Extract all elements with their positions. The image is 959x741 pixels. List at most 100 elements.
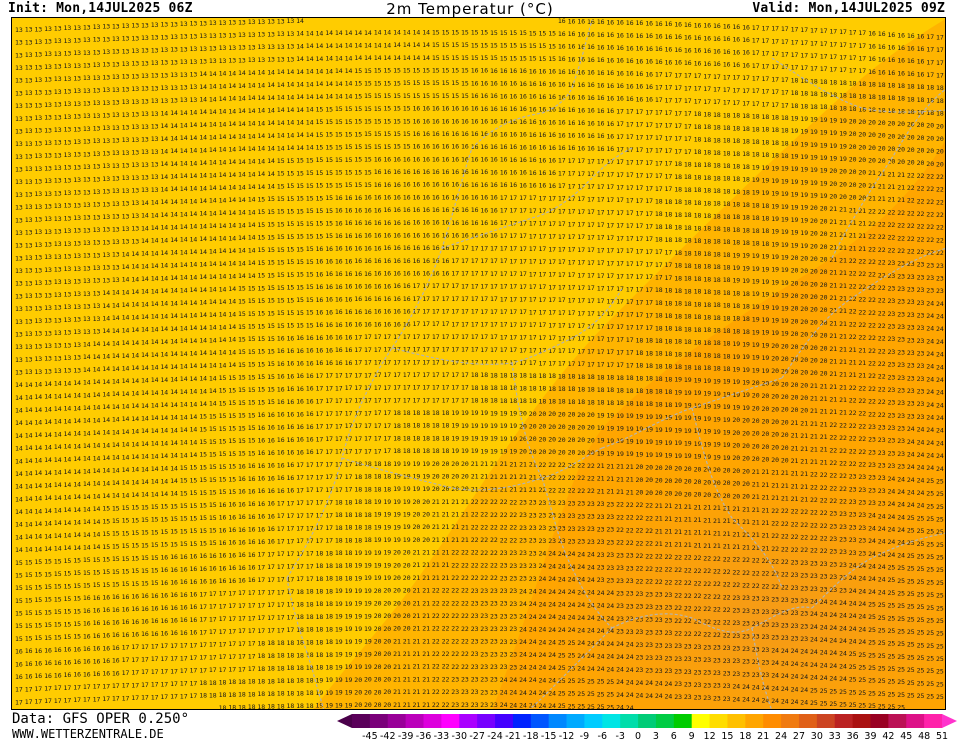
temperature-value: 18 (713, 174, 721, 182)
temperature-value: 21 (810, 433, 818, 441)
temperature-value: 24 (791, 660, 799, 668)
temperature-value: 13 (93, 289, 101, 297)
temperature-map[interactable]: 13 13 13 13 13 13 13 13 13 13 13 13 13 13 13 13 13 13 13 13… (11, 17, 946, 710)
temperature-value: 21 (694, 503, 702, 511)
temperature-value: 19 (393, 485, 401, 493)
temperature-value: 19 (674, 401, 682, 409)
temperature-value: 22 (432, 650, 440, 658)
temperature-value: 21 (839, 218, 847, 226)
temperature-value: 23 (917, 312, 925, 320)
temperature-value: 15 (54, 557, 62, 565)
temperature-value: 17 (539, 207, 547, 215)
temperature-value: 14 (228, 234, 236, 242)
temperature-value: 17 (519, 245, 527, 253)
temperature-value: 14 (316, 80, 324, 88)
temperature-value: 16 (383, 206, 391, 214)
temperature-value: 15 (354, 130, 362, 138)
temperature-value: 14 (34, 482, 42, 490)
temperature-value: 19 (606, 412, 614, 420)
temperature-value: 18 (674, 173, 682, 181)
temperature-value: 14 (54, 545, 62, 553)
temperature-value: 17 (771, 88, 779, 96)
temperature-value: 15 (219, 412, 227, 420)
temperature-value: 17 (839, 28, 847, 36)
temperature-value: 13 (44, 25, 52, 33)
temperature-value: 14 (199, 134, 207, 142)
temperature-value: 16 (287, 449, 295, 457)
temperature-value: 18 (257, 639, 265, 647)
temperature-value: 17 (306, 575, 314, 583)
temperature-value: 24 (577, 550, 585, 558)
temperature-value: 17 (655, 71, 663, 79)
temperature-value: 17 (422, 371, 430, 379)
temperature-value: 22 (762, 557, 770, 565)
temperature-value: 15 (442, 67, 450, 75)
temperature-value: 14 (248, 158, 256, 166)
temperature-value: 17 (509, 333, 517, 341)
temperature-value: 14 (64, 481, 72, 489)
temperature-value: 13 (93, 188, 101, 196)
temperature-value: 16 (122, 593, 130, 601)
temperature-value: 23 (606, 551, 614, 559)
temperature-value: 13 (93, 87, 101, 95)
temperature-value: 17 (403, 346, 411, 354)
temperature-value: 14 (199, 286, 207, 294)
temperature-value: 19 (490, 435, 498, 443)
temperature-value: 23 (655, 641, 663, 649)
temperature-value: 15 (364, 130, 372, 138)
temperature-value: 18 (316, 588, 324, 596)
temperature-value: 17 (296, 524, 304, 532)
temperature-value: 15 (131, 542, 139, 550)
temperature-value: 14 (160, 389, 168, 397)
temperature-value: 19 (471, 422, 479, 430)
temperature-value: 13 (64, 37, 72, 45)
temperature-value: 17 (519, 321, 527, 329)
temperature-value: 14 (277, 68, 285, 76)
temperature-value: 19 (713, 415, 721, 423)
temperature-value: 14 (228, 209, 236, 217)
temperature-value: 16 (665, 33, 673, 41)
temperature-value: 16 (160, 553, 168, 561)
temperature-value: 20 (936, 122, 944, 130)
temperature-value: 14 (296, 18, 304, 25)
temperature-value: 23 (500, 651, 508, 659)
temperature-value: 19 (800, 140, 808, 148)
temperature-value: 13 (93, 137, 101, 145)
temperature-value: 14 (257, 81, 265, 89)
temperature-value: 17 (529, 245, 537, 253)
temperature-value: 25 (858, 651, 866, 659)
temperature-value: 19 (461, 409, 469, 417)
temperature-value: 13 (238, 18, 246, 26)
temperature-value: 13 (34, 279, 42, 287)
temperature-value: 17 (151, 668, 159, 676)
temperature-value: 15 (238, 336, 246, 344)
temperature-value: 20 (820, 230, 828, 238)
temperature-value: 15 (102, 530, 110, 538)
temperature-value: 15 (393, 130, 401, 138)
temperature-value: 14 (25, 520, 33, 528)
temperature-value: 15 (403, 79, 411, 87)
temperature-value: 14 (25, 533, 33, 541)
temperature-value: 18 (742, 138, 750, 146)
temperature-value: 22 (432, 599, 440, 607)
temperature-value: 14 (131, 288, 139, 296)
temperature-value: 23 (907, 298, 915, 306)
temperature-value: 18 (858, 93, 866, 101)
temperature-value: 18 (703, 161, 711, 169)
temperature-value: 18 (684, 325, 692, 333)
temperature-value: 14 (199, 172, 207, 180)
temperature-value: 13 (102, 99, 110, 107)
temperature-value: 16 (509, 92, 517, 100)
temperature-value: 16 (219, 526, 227, 534)
temperature-value: 14 (393, 54, 401, 62)
temperature-value: 18 (413, 434, 421, 442)
temperature-value: 23 (888, 462, 896, 470)
temperature-value: 15 (529, 42, 537, 50)
temperature-value: 18 (907, 83, 915, 91)
temperature-value: 14 (151, 402, 159, 410)
temperature-value: 20 (810, 369, 818, 377)
temperature-value: 13 (190, 20, 198, 28)
temperature-value: 20 (645, 464, 653, 472)
temperature-value: 14 (122, 339, 130, 347)
temperature-value: 14 (112, 301, 120, 309)
